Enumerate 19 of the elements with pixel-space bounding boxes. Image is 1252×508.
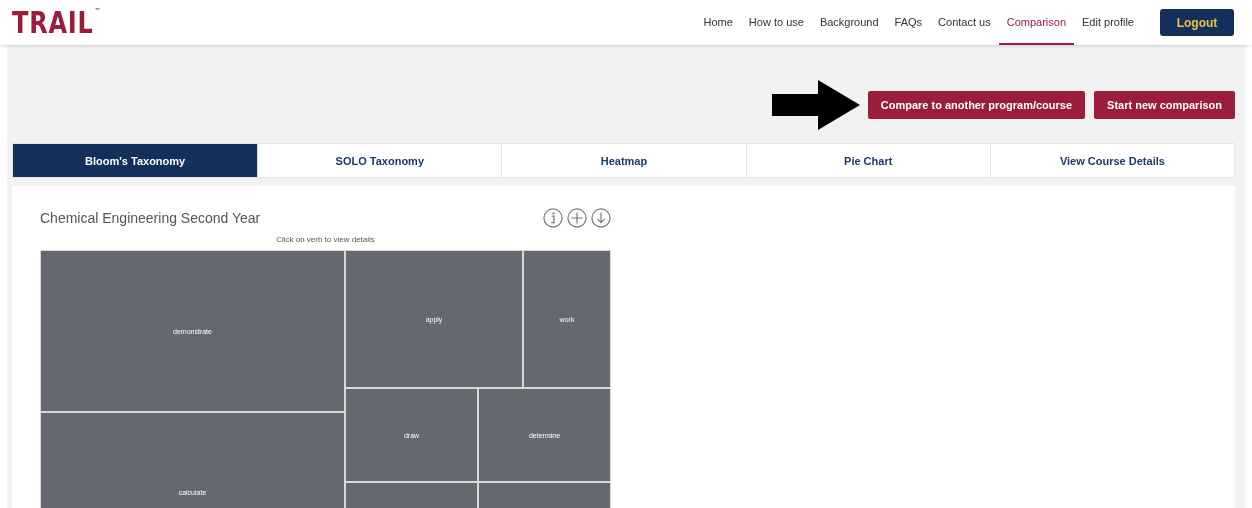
- nav-link[interactable]: Home: [695, 0, 741, 45]
- nav-link[interactable]: Edit profile: [1074, 0, 1142, 45]
- action-button[interactable]: Compare to another program/course: [867, 91, 1086, 119]
- nav-link[interactable]: How to use: [740, 0, 812, 45]
- logo[interactable]: TRAIL$^{™}$: [12, 7, 102, 38]
- nav-link[interactable]: Background: [811, 0, 887, 45]
- plus-icon[interactable]: [567, 208, 587, 228]
- chart-title: Chemical Engineering Second Year: [40, 210, 261, 226]
- nav-link[interactable]: Contact us: [930, 0, 999, 45]
- hint-text: Click on verb to view details: [275, 235, 376, 244]
- treemap-tile[interactable]: [345, 482, 478, 508]
- treemap-tile[interactable]: [478, 482, 611, 508]
- arrow-icon: [771, 80, 860, 130]
- action-button[interactable]: Start new comparison: [1094, 91, 1235, 119]
- logout-button[interactable]: Logout: [1160, 9, 1234, 36]
- nav-link[interactable]: FAQs: [886, 0, 931, 45]
- tab[interactable]: Bloom's Taxonomy: [13, 144, 258, 177]
- download-icon[interactable]: [591, 208, 611, 228]
- info-icon[interactable]: [543, 208, 563, 228]
